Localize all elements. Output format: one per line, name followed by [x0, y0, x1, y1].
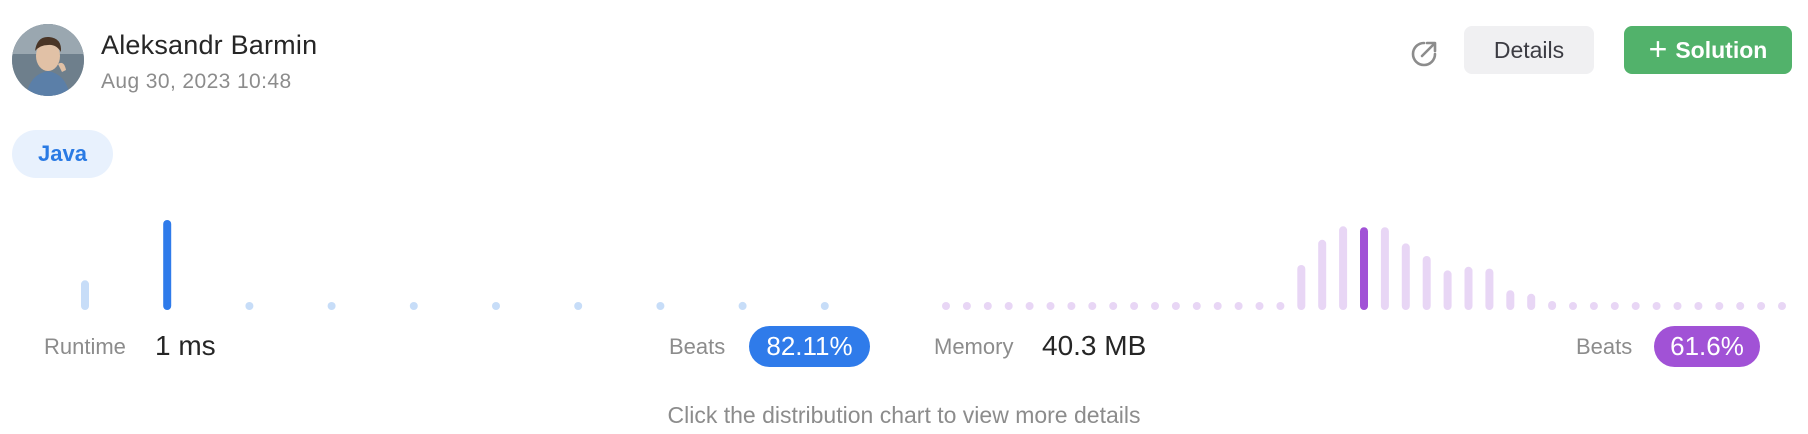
runtime-beats-label: Beats	[669, 334, 726, 359]
share-external-icon	[1411, 41, 1437, 67]
memory-distribution-bar[interactable]	[1276, 302, 1285, 310]
memory-distribution-bar[interactable]	[1673, 302, 1682, 310]
runtime-distribution-bar[interactable]	[820, 302, 829, 310]
memory-distribution-bar[interactable]	[1589, 302, 1598, 310]
memory-distribution-bar[interactable]	[1715, 302, 1724, 310]
memory-distribution-bar[interactable]	[962, 302, 971, 310]
memory-distribution-bar-selected[interactable]	[1360, 227, 1368, 310]
memory-distribution-bar[interactable]	[1422, 256, 1431, 310]
memory-distribution-bar[interactable]	[1130, 302, 1139, 310]
memory-distribution-bar[interactable]	[1151, 302, 1159, 310]
user-name[interactable]: Aleksandr Barmin	[101, 30, 317, 61]
memory-distribution-bar[interactable]	[1548, 301, 1557, 310]
memory-distribution-bar[interactable]	[1506, 290, 1515, 310]
plus-icon: +	[1648, 30, 1668, 67]
memory-distribution-bar[interactable]	[1255, 302, 1264, 310]
memory-distribution-bar[interactable]	[1527, 293, 1536, 310]
solution-button[interactable]: + Solution	[1624, 26, 1792, 74]
memory-distribution-bar[interactable]	[1380, 227, 1389, 310]
memory-distribution-bar[interactable]	[1088, 302, 1097, 310]
user-avatar[interactable]	[12, 24, 84, 96]
memory-distribution-bar[interactable]	[1652, 302, 1661, 310]
details-button-label: Details	[1493, 36, 1565, 63]
runtime-distribution-bar[interactable]	[409, 302, 418, 310]
solution-button-label: Solution	[1675, 36, 1768, 63]
memory-distribution-bar[interactable]	[1631, 302, 1640, 310]
memory-distribution-bar[interactable]	[1757, 302, 1766, 310]
memory-distribution-bar[interactable]	[1443, 270, 1452, 310]
memory-distribution-bar[interactable]	[1464, 266, 1473, 310]
runtime-distribution-bar[interactable]	[245, 302, 254, 310]
distribution-chart[interactable]	[0, 210, 1808, 314]
chart-hint-text: Click the distribution chart to view mor…	[667, 402, 1141, 428]
memory-distribution-bar[interactable]	[1067, 302, 1076, 310]
runtime-distribution-bar-selected[interactable]	[163, 220, 172, 310]
submission-date: Aug 30, 2023 10:48	[101, 70, 292, 93]
submission-header: Aleksandr Barmin Aug 30, 2023 10:48 Deta…	[12, 24, 1796, 100]
memory-distribution-bar[interactable]	[1778, 302, 1786, 310]
memory-distribution-bar[interactable]	[1736, 302, 1745, 310]
memory-beats-badge: 61.6%	[1654, 326, 1760, 367]
memory-distribution-bar[interactable]	[1004, 302, 1013, 310]
memory-distribution-bar[interactable]	[942, 302, 950, 310]
memory-distribution-bar[interactable]	[1318, 239, 1327, 310]
memory-distribution-bar[interactable]	[1025, 302, 1034, 310]
memory-distribution-bar[interactable]	[1109, 302, 1118, 310]
runtime-distribution-bar[interactable]	[738, 301, 747, 310]
memory-beats-label: Beats	[1576, 334, 1633, 359]
runtime-label: Runtime	[44, 334, 126, 359]
details-button[interactable]: Details	[1464, 26, 1594, 74]
memory-distribution-bar[interactable]	[1485, 268, 1494, 310]
memory-distribution-bar[interactable]	[1171, 302, 1180, 310]
memory-distribution-bar[interactable]	[1569, 302, 1577, 310]
memory-distribution-bar[interactable]	[1297, 265, 1306, 310]
memory-distribution-bar[interactable]	[1234, 302, 1243, 310]
runtime-value: 1 ms	[155, 330, 216, 361]
share-button[interactable]	[1402, 32, 1446, 76]
memory-value: 40.3 MB	[1042, 330, 1147, 361]
runtime-distribution-bar[interactable]	[81, 280, 89, 310]
memory-distribution-bar[interactable]	[1401, 243, 1410, 310]
memory-distribution-bar[interactable]	[1192, 302, 1201, 310]
runtime-distribution-bar[interactable]	[574, 302, 583, 310]
memory-distribution-bar[interactable]	[983, 302, 992, 310]
language-tag[interactable]: Java	[12, 130, 113, 178]
memory-distribution-bar[interactable]	[1213, 302, 1222, 310]
memory-distribution-bars[interactable]	[942, 226, 1786, 310]
runtime-distribution-bar[interactable]	[656, 302, 665, 310]
memory-distribution-bar[interactable]	[1046, 302, 1055, 310]
runtime-distribution-bar[interactable]	[327, 302, 336, 310]
memory-distribution-bar[interactable]	[1610, 302, 1619, 310]
avatar-image	[12, 24, 84, 96]
memory-label: Memory	[934, 334, 1014, 359]
memory-distribution-bar[interactable]	[1339, 226, 1348, 310]
runtime-distribution-bars[interactable]	[81, 220, 829, 310]
runtime-distribution-bar[interactable]	[492, 302, 500, 310]
memory-distribution-bar[interactable]	[1694, 302, 1703, 310]
runtime-beats-badge: 82.11%	[749, 326, 870, 367]
